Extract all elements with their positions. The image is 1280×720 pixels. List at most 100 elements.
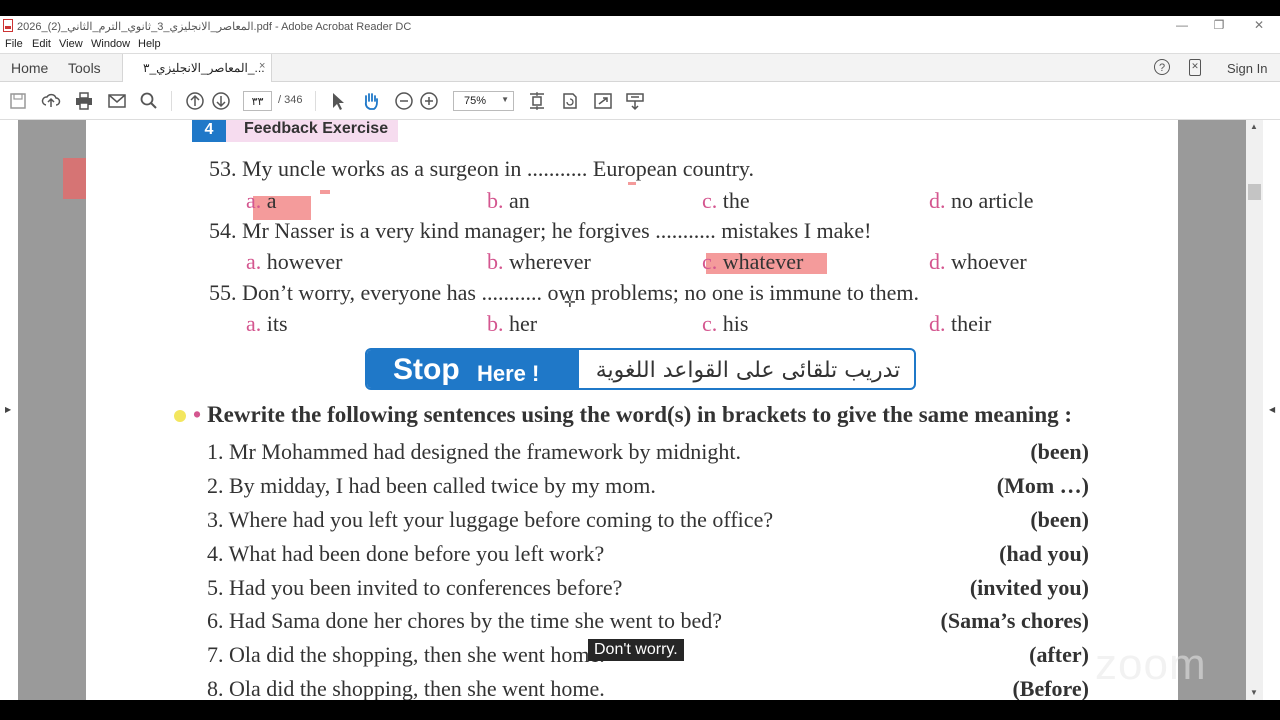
stop-here-banner: Stop Here ! تدريب تلقائى على القواعد الل…	[365, 348, 916, 390]
right-panel-toggle[interactable]: ◀	[1263, 120, 1280, 700]
option-letter: b.	[487, 249, 504, 274]
zoom-watermark: zoom	[1095, 640, 1207, 689]
subtitle-caption: Don't worry.	[588, 639, 684, 661]
text-highlight	[320, 190, 330, 194]
option-letter: a.	[246, 188, 262, 213]
hand-tool-icon[interactable]	[361, 91, 381, 111]
rewrite-item: 6. Had Sama done her chores by the time …	[207, 608, 723, 633]
menu-window[interactable]: Window	[91, 38, 130, 50]
option-a: a. however	[246, 249, 343, 275]
restore-button[interactable]: ❐	[1207, 18, 1231, 32]
pdf-file-icon	[3, 19, 13, 32]
page-number-input[interactable]	[243, 91, 272, 111]
rotate-icon[interactable]	[560, 91, 580, 111]
tab-close-icon[interactable]: ×	[259, 60, 265, 72]
option-letter: d.	[929, 311, 946, 336]
window-titlebar: 2026_المعاصر_الانجليزي_3_ثانوي_الترم_الث…	[0, 16, 1280, 36]
search-icon[interactable]	[139, 91, 159, 111]
tab-home[interactable]: Home	[11, 60, 48, 76]
chevron-right-icon: ▶	[5, 405, 12, 414]
toolbar: / 346 75% ▼	[0, 82, 1280, 120]
instruction-label: Rewrite the following sentences using th…	[207, 402, 1073, 427]
rewrite-item: 7. Ola did the shopping, then she went h…	[207, 642, 605, 667]
prev-page-icon[interactable]	[185, 91, 205, 111]
select-cursor-icon[interactable]	[328, 91, 348, 111]
option-c: c. the	[702, 188, 750, 214]
option-d: d. their	[929, 311, 991, 337]
rewrite-item: 5. Had you been invited to conferences b…	[207, 575, 623, 600]
scroll-thumb[interactable]	[1248, 184, 1261, 200]
arabic-banner-text: تدريب تلقائى على القواعد اللغوية	[595, 358, 901, 383]
page-fit-icon[interactable]	[527, 91, 547, 111]
scroll-down-icon[interactable]: ▼	[1250, 688, 1258, 697]
chevron-left-icon: ◀	[1269, 405, 1276, 414]
option-text: however	[266, 249, 343, 274]
pdf-page: 4 Feedback Exercise 53. My uncle works a…	[86, 120, 1178, 700]
zoom-in-icon[interactable]	[419, 91, 439, 111]
rewrite-hint: (Before)	[1012, 676, 1089, 700]
fullscreen-icon[interactable]	[593, 91, 613, 111]
option-a: a. a	[246, 188, 277, 214]
window-title: 2026_المعاصر_الانجليزي_3_ثانوي_الترم_الث…	[17, 21, 412, 33]
rewrite-hint: (Sama’s chores)	[940, 608, 1089, 633]
rewrite-hint: (been)	[1030, 439, 1089, 464]
question-53: 53. My uncle works as a surgeon in .....…	[209, 156, 755, 181]
minimize-button[interactable]: —	[1170, 18, 1194, 32]
tab-tools[interactable]: Tools	[68, 60, 101, 76]
rewrite-hint: (had you)	[999, 541, 1089, 566]
scroll-up-icon[interactable]: ▲	[1250, 122, 1258, 131]
option-text: whoever	[951, 249, 1027, 274]
page-total: / 346	[278, 94, 303, 106]
vertical-scrollbar[interactable]: ▲ ▼	[1246, 120, 1263, 700]
instruction-text: • Rewrite the following sentences using t…	[193, 402, 1072, 428]
rewrite-item: 2. By midday, I had been called twice by…	[207, 473, 656, 498]
option-b: b. wherever	[487, 249, 591, 275]
zoom-out-icon[interactable]	[394, 91, 414, 111]
tab-document[interactable]: المعاصر_الانجليزي_٣_... ×	[122, 54, 272, 82]
toolbar-divider	[171, 91, 172, 111]
toolbar-divider	[315, 91, 316, 111]
upload-icon[interactable]	[41, 91, 61, 111]
tab-bar: Home Tools المعاصر_الانجليزي_٣_... × ? ✕…	[0, 53, 1280, 82]
option-text: whatever	[722, 249, 804, 274]
email-icon[interactable]	[107, 91, 127, 111]
menu-help[interactable]: Help	[138, 38, 161, 50]
text-highlight	[628, 182, 636, 185]
zoom-select[interactable]: 75% ▼	[453, 91, 514, 111]
next-page-icon[interactable]	[211, 91, 231, 111]
left-panel-toggle[interactable]: ▶	[0, 120, 18, 700]
print-icon[interactable]	[74, 91, 94, 111]
option-letter: b.	[487, 311, 504, 336]
mouse-cursor-icon: ✛	[564, 294, 576, 310]
rewrite-hint: (after)	[1029, 642, 1089, 667]
menu-view[interactable]: View	[59, 38, 83, 50]
option-c: c. his	[702, 311, 748, 337]
option-letter: c.	[702, 311, 718, 336]
zoom-value: 75%	[464, 95, 487, 107]
video-letterbox-bottom	[0, 700, 1280, 720]
option-b: b. her	[487, 311, 537, 337]
stop-text: Stop	[393, 353, 460, 386]
save-icon[interactable]	[8, 91, 28, 111]
option-text: their	[951, 311, 992, 336]
option-letter: d.	[929, 249, 946, 274]
option-text: his	[722, 311, 749, 336]
menu-file[interactable]: File	[5, 38, 23, 50]
option-d: d. no article	[929, 188, 1033, 214]
read-mode-icon[interactable]	[625, 91, 645, 111]
menu-bar: File Edit View Window Help	[0, 36, 1280, 53]
rewrite-hint: (Mom …)	[996, 473, 1089, 498]
rewrite-item: 4. What had been done before you left wo…	[207, 541, 605, 566]
option-letter: b.	[487, 188, 504, 213]
close-window-button[interactable]: ✕	[1247, 18, 1271, 32]
menu-edit[interactable]: Edit	[32, 38, 51, 50]
stop-here-label: Stop Here !	[367, 350, 579, 388]
option-text: her	[509, 311, 538, 336]
sign-in-button[interactable]: Sign In	[1227, 61, 1267, 76]
mobile-link-icon[interactable]: ✕	[1189, 59, 1201, 76]
instruction-bullet: •	[193, 402, 202, 427]
option-a: a. its	[246, 311, 288, 337]
help-icon[interactable]: ?	[1154, 59, 1170, 75]
option-b: b. an	[487, 188, 530, 214]
option-d: d. whoever	[929, 249, 1027, 275]
